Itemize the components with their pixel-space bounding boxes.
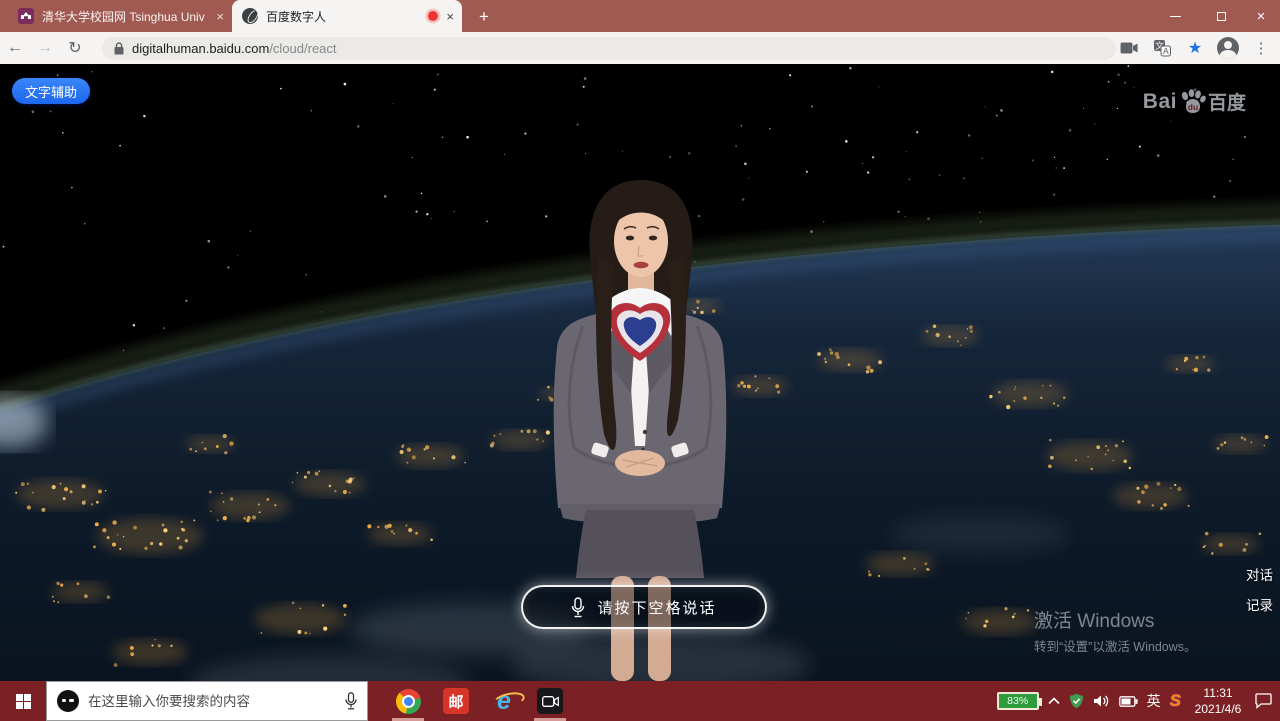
tab-baidu-digital-human[interactable]: 百度数字人 × bbox=[232, 0, 462, 32]
taskbar-mail-app[interactable]: 邮 bbox=[436, 681, 476, 721]
lock-icon bbox=[114, 42, 124, 55]
url-path: /cloud/react bbox=[269, 41, 336, 56]
tab-title: 清华大学校园网 Tsinghua Univ bbox=[42, 8, 208, 25]
battery-percent-badge[interactable]: 83% bbox=[997, 692, 1039, 710]
baidu-logo-text: Bai bbox=[1143, 90, 1177, 114]
taskbar-search[interactable] bbox=[46, 681, 368, 721]
toolbar-icons: 文 A ★ ⋮ bbox=[1116, 32, 1274, 64]
window-maximize-button[interactable] bbox=[1202, 0, 1240, 32]
defender-shield-icon[interactable] bbox=[1069, 693, 1084, 709]
clock-time: 11:31 bbox=[1190, 685, 1246, 701]
browser-window: 清华大学校园网 Tsinghua Univ × 百度数字人 × + × ← → … bbox=[0, 0, 1280, 721]
maximize-icon bbox=[1217, 12, 1226, 21]
url-host: digitalhuman.baidu.com bbox=[132, 41, 269, 56]
dialog-tab[interactable]: 对话 bbox=[1246, 564, 1273, 584]
browser-toolbar: ← → ↻ digitalhuman.baidu.com/cloud/react… bbox=[0, 32, 1280, 64]
ie-icon: e bbox=[497, 689, 511, 714]
taskbar-screen-recorder[interactable] bbox=[530, 681, 570, 721]
digital-human-page: 文字辅助 Bai du 百度 请按下空格说话 对话 bbox=[0, 64, 1280, 681]
tab-tsinghua[interactable]: 清华大学校园网 Tsinghua Univ × bbox=[8, 0, 232, 32]
system-tray: 83% bbox=[997, 681, 1280, 721]
svg-text:A: A bbox=[1163, 46, 1169, 56]
search-mic-icon[interactable] bbox=[345, 692, 357, 710]
baidu-paw-icon: du bbox=[1179, 89, 1206, 114]
windows-logo-icon bbox=[16, 694, 31, 709]
window-close-button[interactable]: × bbox=[1242, 0, 1280, 32]
start-button[interactable] bbox=[0, 681, 46, 721]
taskbar-internet-explorer[interactable]: e bbox=[484, 681, 524, 721]
camera-app-icon bbox=[537, 688, 563, 714]
tsinghua-gate-icon bbox=[18, 8, 34, 24]
text-assist-button[interactable]: 文字辅助 bbox=[12, 78, 90, 104]
mail-app-icon: 邮 bbox=[443, 688, 469, 714]
cortana-icon bbox=[57, 690, 79, 712]
activate-windows-watermark: 激活 Windows 转到“设置”以激活 Windows。 bbox=[1034, 606, 1197, 655]
tab-title: 百度数字人 bbox=[266, 8, 420, 25]
baidu-logo-cn: 百度 bbox=[1208, 88, 1246, 115]
watermark-line1: 激活 Windows bbox=[1034, 606, 1197, 633]
tab-close-icon[interactable]: × bbox=[216, 10, 224, 23]
reload-button[interactable]: ↻ bbox=[60, 38, 90, 58]
taskbar-clock[interactable]: 11:31 2021/4/6 bbox=[1190, 685, 1246, 717]
taskbar-chrome[interactable] bbox=[388, 681, 428, 721]
url-text: digitalhuman.baidu.com/cloud/react bbox=[132, 41, 337, 56]
windows-taskbar: 邮 e 83% bbox=[0, 681, 1280, 721]
new-tab-button[interactable]: + bbox=[472, 5, 496, 29]
back-button[interactable]: ← bbox=[0, 39, 30, 57]
browser-menu-icon[interactable]: ⋮ bbox=[1248, 35, 1274, 61]
battery-icon[interactable] bbox=[1119, 696, 1138, 707]
chrome-icon bbox=[396, 689, 421, 714]
bookmark-star-icon[interactable]: ★ bbox=[1182, 35, 1208, 61]
forward-button[interactable]: → bbox=[30, 39, 60, 57]
microphone-icon bbox=[571, 597, 585, 618]
profile-avatar[interactable] bbox=[1215, 35, 1241, 61]
watermark-line2: 转到“设置”以激活 Windows。 bbox=[1034, 636, 1197, 655]
mic-prompt-text: 请按下空格说话 bbox=[597, 597, 716, 618]
window-minimize-button[interactable] bbox=[1156, 0, 1194, 32]
input-language-indicator[interactable]: 英 bbox=[1147, 691, 1161, 711]
sogou-input-icon[interactable]: S bbox=[1170, 691, 1181, 711]
volume-icon[interactable] bbox=[1093, 694, 1110, 708]
tab-recording-indicator bbox=[428, 11, 438, 21]
record-tab[interactable]: 记录 bbox=[1246, 594, 1273, 614]
camera-access-icon[interactable] bbox=[1116, 35, 1142, 61]
translate-icon[interactable]: 文 A bbox=[1149, 35, 1175, 61]
avatar-icon bbox=[1217, 37, 1239, 59]
side-panel-tabs: 对话 记录 bbox=[1246, 564, 1273, 614]
address-bar[interactable]: digitalhuman.baidu.com/cloud/react bbox=[102, 37, 1116, 60]
clock-date: 2021/4/6 bbox=[1190, 701, 1246, 717]
minimize-icon bbox=[1170, 16, 1181, 17]
tab-close-icon[interactable]: × bbox=[446, 10, 454, 23]
browser-titlebar: 清华大学校园网 Tsinghua Univ × 百度数字人 × + × bbox=[0, 0, 1280, 32]
baidu-logo: Bai du 百度 bbox=[1143, 88, 1246, 115]
taskbar-search-input[interactable] bbox=[88, 694, 336, 709]
svg-text:du: du bbox=[1188, 102, 1198, 112]
action-center-icon[interactable] bbox=[1255, 693, 1272, 709]
tray-expand-chevron-icon[interactable] bbox=[1048, 697, 1060, 705]
globe-icon bbox=[242, 8, 258, 24]
push-to-talk-prompt[interactable]: 请按下空格说话 bbox=[521, 585, 767, 629]
